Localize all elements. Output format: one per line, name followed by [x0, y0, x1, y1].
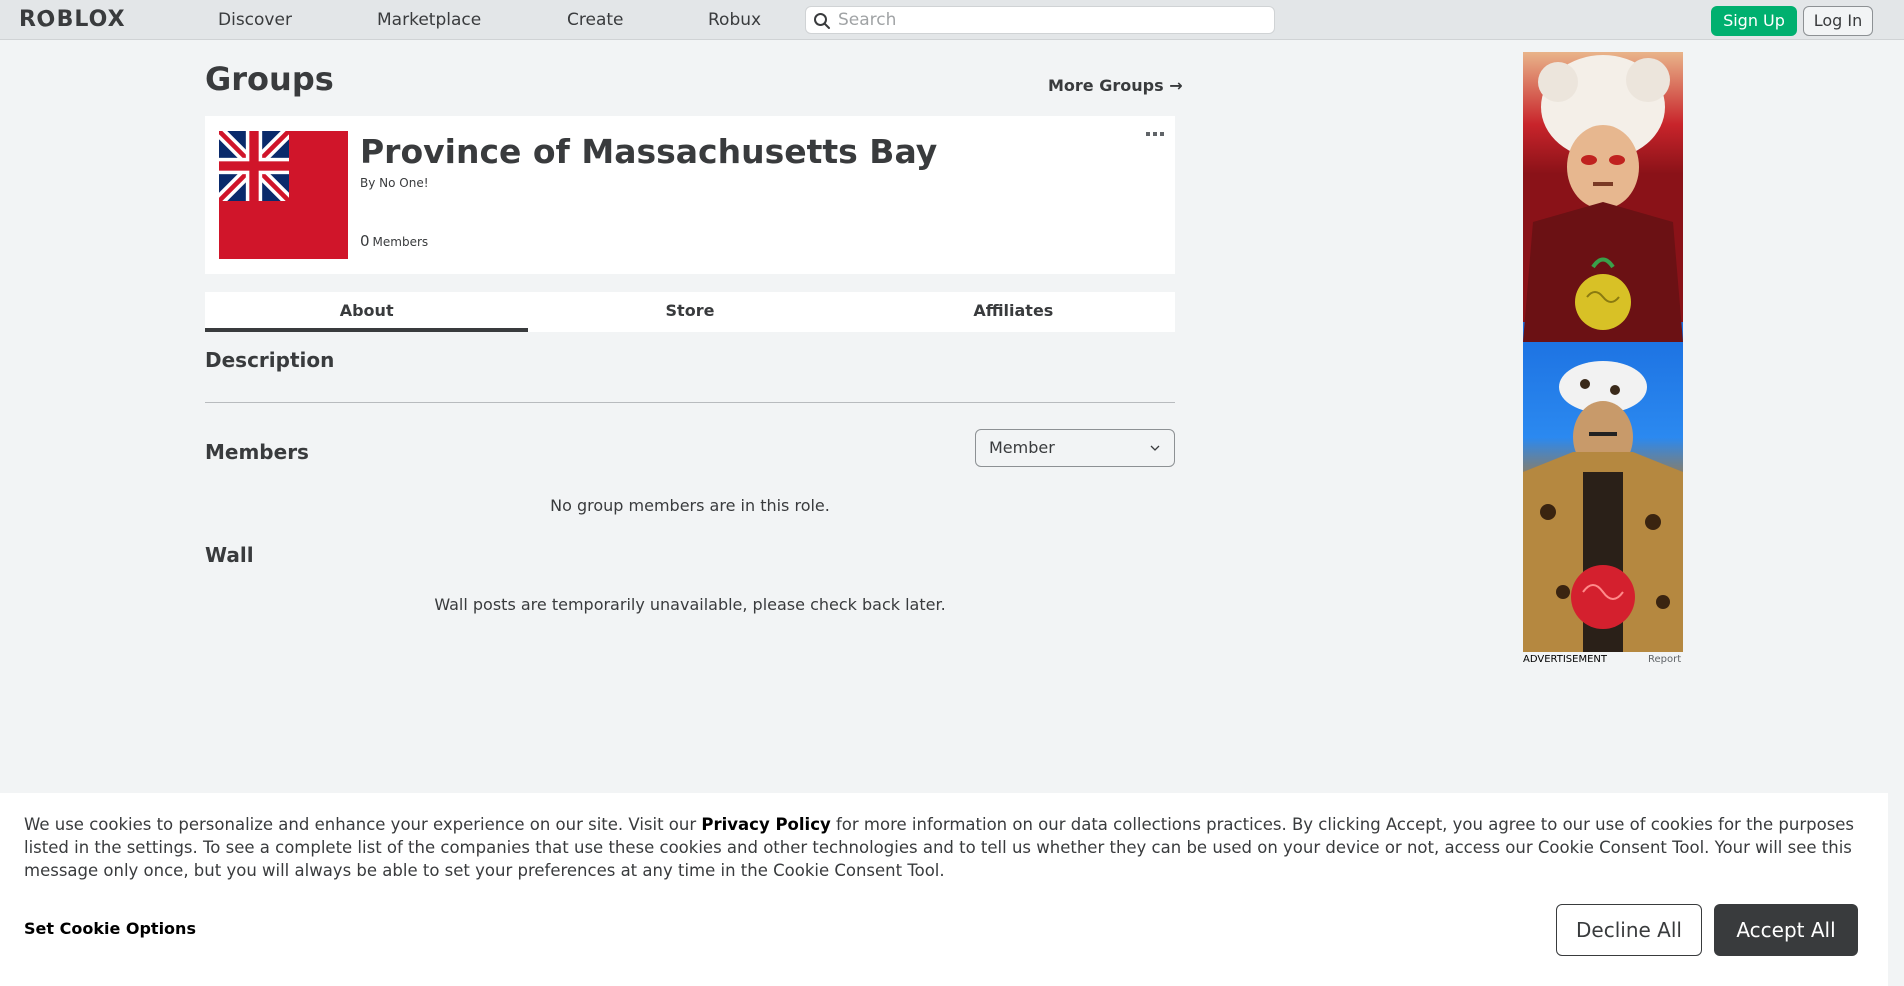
group-emblem[interactable]	[219, 131, 348, 259]
nav-robux[interactable]: Robux	[708, 0, 761, 40]
wall-unavailable-message: Wall posts are temporarily unavailable, …	[434, 595, 946, 614]
more-groups-link[interactable]: More Groups →	[1048, 76, 1183, 95]
cookie-consent-text: We use cookies to personalize and enhanc…	[24, 813, 1864, 882]
arrow-right-icon: →	[1169, 76, 1183, 95]
decline-all-button[interactable]: Decline All	[1556, 904, 1702, 956]
group-name: Province of Massachusetts Bay	[360, 132, 938, 171]
advertisement-label: ADVERTISEMENT	[1523, 654, 1608, 665]
chevron-down-icon	[1150, 445, 1160, 451]
section-divider	[205, 402, 1175, 403]
role-dropdown-value: Member	[989, 438, 1055, 457]
search-box[interactable]	[805, 6, 1275, 34]
group-tabs: About Store Affiliates	[205, 292, 1175, 332]
roblox-logo[interactable]: ROBLOX	[19, 5, 126, 34]
tab-about[interactable]: About	[205, 292, 529, 332]
group-member-count: 0 Members	[360, 232, 428, 250]
more-options-icon[interactable]	[1145, 130, 1165, 138]
member-count-value: 0	[360, 232, 370, 250]
report-ad-link[interactable]: Report	[1648, 654, 1681, 665]
members-heading: Members	[205, 440, 309, 464]
group-owner: By No One!	[360, 176, 429, 190]
search-input[interactable]	[838, 9, 1258, 31]
log-in-button[interactable]: Log In	[1803, 6, 1873, 36]
tab-affiliates[interactable]: Affiliates	[852, 292, 1175, 332]
privacy-policy-link[interactable]: Privacy Policy	[701, 815, 830, 834]
role-dropdown[interactable]: Member	[975, 429, 1175, 467]
accept-all-button[interactable]: Accept All	[1714, 904, 1858, 956]
cookie-consent-banner: We use cookies to personalize and enhanc…	[0, 793, 1888, 986]
more-groups-label: More Groups	[1048, 76, 1164, 95]
cookie-text-before: We use cookies to personalize and enhanc…	[24, 815, 702, 834]
sign-up-button[interactable]: Sign Up	[1711, 6, 1797, 36]
advertisement-banner[interactable]	[1523, 52, 1683, 652]
nav-create[interactable]: Create	[567, 0, 624, 40]
tab-store[interactable]: Store	[528, 292, 851, 332]
nav-discover[interactable]: Discover	[218, 0, 292, 40]
page-title: Groups	[205, 60, 334, 98]
search-icon	[814, 13, 830, 29]
set-cookie-options-link[interactable]: Set Cookie Options	[24, 919, 196, 938]
no-members-message: No group members are in this role.	[550, 496, 830, 515]
top-nav-bar: ROBLOX Discover Marketplace Create Robux…	[0, 0, 1904, 40]
union-flag-canton-icon	[219, 131, 289, 201]
advertisement-artwork	[1523, 52, 1683, 652]
nav-marketplace[interactable]: Marketplace	[377, 0, 481, 40]
description-heading: Description	[205, 348, 335, 372]
member-count-label: Members	[372, 235, 429, 249]
group-header-card: Province of Massachusetts Bay By No One!…	[205, 116, 1175, 274]
wall-heading: Wall	[205, 543, 254, 567]
page-scrollbar[interactable]	[1888, 40, 1904, 986]
